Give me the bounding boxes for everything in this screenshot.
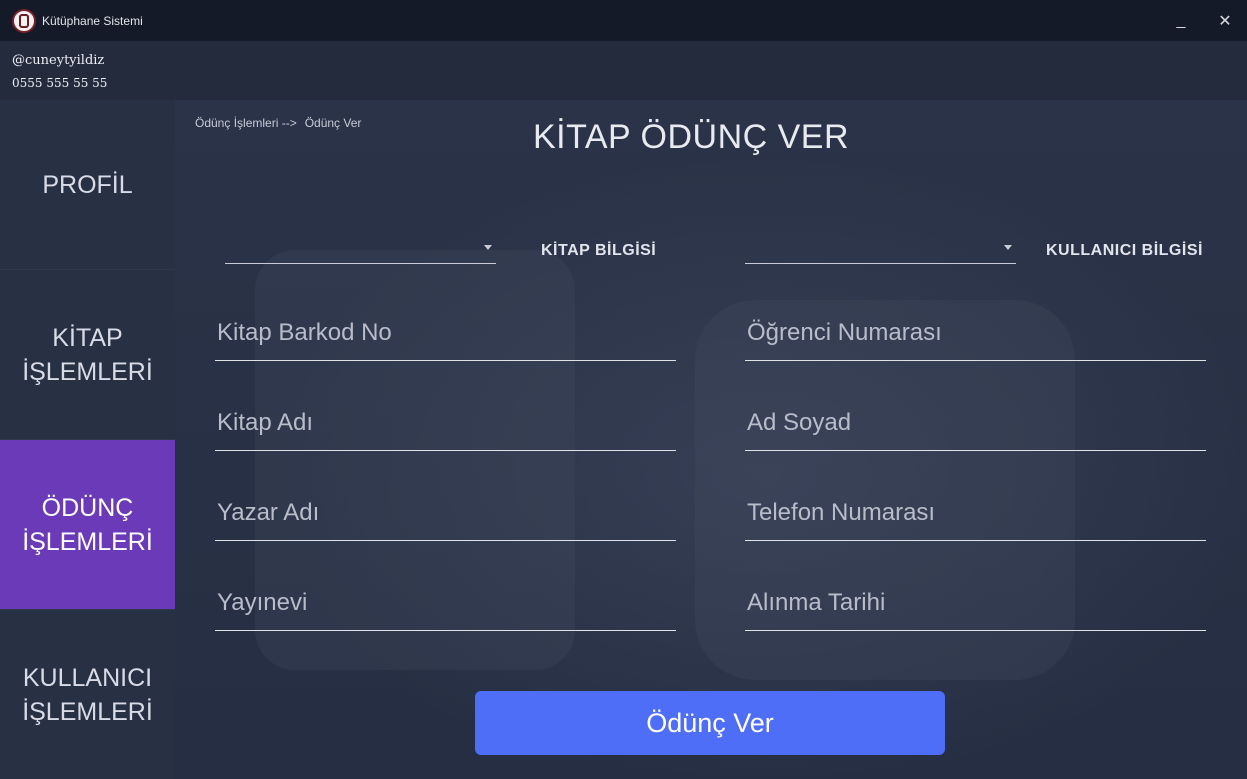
window-title: Kütüphane Sistemi [42,13,143,28]
field-placeholder: Telefon Numarası [747,499,936,526]
full-name-field[interactable]: Ad Soyad [745,403,1206,451]
field-placeholder: Alınma Tarihi [747,589,886,616]
user-phone: 0555 555 55 55 [12,76,108,90]
phone-number-field[interactable]: Telefon Numarası [745,493,1206,541]
sidebar-item-profile[interactable]: PROFİL [0,100,175,270]
field-placeholder: Ad Soyad [747,409,852,436]
sidebar-item-book-operations[interactable]: KİTAP İŞLEMLERİ [0,270,175,440]
chevron-down-icon[interactable] [484,245,492,250]
publisher-field[interactable]: Yayınevi [215,583,676,631]
sidebar-item-label: KİTAP [52,323,123,352]
sidebar-item-user-operations[interactable]: KULLANICI İŞLEMLERİ [0,610,175,779]
field-placeholder: Öğrenci Numarası [747,319,942,346]
sidebar-item-label: İŞLEMLERİ [22,357,153,386]
sidebar-item-label: İŞLEMLERİ [22,527,153,556]
field-placeholder: Kitap Barkod No [217,319,392,346]
student-number-field[interactable]: Öğrenci Numarası [745,313,1206,361]
field-placeholder: Kitap Adı [217,409,314,436]
user-handle: @cuneytyildiz [12,53,105,68]
sidebar-item-label: PROFİL [42,170,133,199]
user-select[interactable] [745,240,1016,264]
window-controls: _ ✕ [1159,0,1247,41]
chevron-down-icon[interactable] [1004,245,1012,250]
close-button[interactable]: ✕ [1203,0,1247,41]
book-barcode-field[interactable]: Kitap Barkod No [215,313,676,361]
title-bar: Kütüphane Sistemi _ ✕ [0,0,1247,41]
main-panel: Ödünç İşlemleri --> Ödünç Ver KİTAP ÖDÜN… [175,100,1247,779]
field-placeholder: Yazar Adı [217,499,320,526]
sidebar-item-label: KULLANICI [22,663,153,692]
page-title: KİTAP ÖDÜNÇ VER [532,118,850,156]
book-title-field[interactable]: Kitap Adı [215,403,676,451]
user-info-bar: @cuneytyildiz 0555 555 55 55 [0,41,1247,100]
book-select[interactable] [225,240,496,264]
lend-button[interactable]: Ödünç Ver [475,691,945,755]
user-select-label: KULLANICI BİLGİSİ [1046,242,1203,259]
sidebar-item-label: ÖDÜNÇ [41,493,134,522]
app-logo-icon [12,8,36,33]
sidebar-item-loan-operations[interactable]: ÖDÜNÇ İŞLEMLERİ [0,440,175,610]
sidebar: PROFİL KİTAP İŞLEMLERİ ÖDÜNÇ İŞLEMLERİ K… [0,100,175,779]
loan-date-field[interactable]: Alınma Tarihi [745,583,1206,631]
sidebar-item-label: İŞLEMLERİ [22,697,153,726]
book-select-label: KİTAP BİLGİSİ [541,242,657,259]
author-field[interactable]: Yazar Adı [215,493,676,541]
field-placeholder: Yayınevi [217,589,308,616]
minimize-button[interactable]: _ [1159,0,1203,41]
